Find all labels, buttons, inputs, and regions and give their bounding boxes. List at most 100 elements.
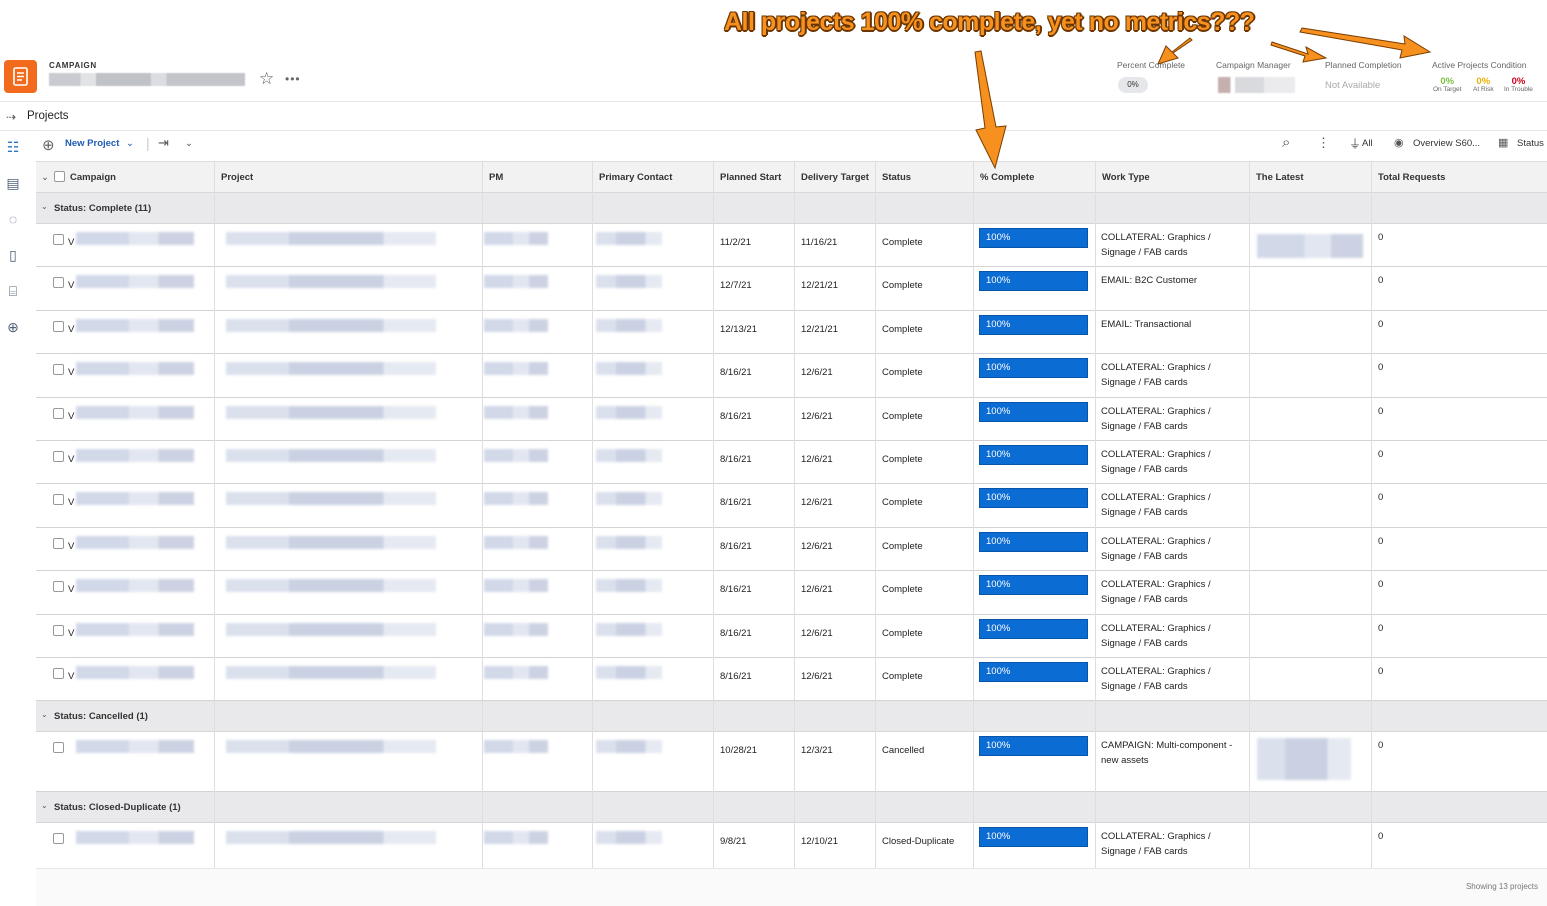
- col-header-campaign[interactable]: Campaign: [70, 172, 116, 183]
- campaign-initial[interactable]: V: [68, 452, 74, 467]
- planned-start: 8/16/21: [720, 497, 752, 509]
- breadcrumb-arrow-icon[interactable]: ⇢: [6, 110, 16, 124]
- work-type: CAMPAIGN: Multi-component - new assets: [1101, 740, 1233, 767]
- breadcrumb-projects[interactable]: Projects: [27, 110, 69, 122]
- favorite-star-icon[interactable]: ☆: [259, 70, 274, 87]
- col-header-primary-contact[interactable]: Primary Contact: [599, 172, 672, 183]
- search-icon[interactable]: ⌕: [1282, 134, 1290, 151]
- campaign-manager-redacted[interactable]: [1218, 77, 1295, 93]
- add-section-icon[interactable]: ⊕: [5, 319, 21, 335]
- table-row[interactable]: V 8/16/21 12/6/21 Complete 100% COLLATERAL: G…: [36, 484, 1547, 528]
- col-header-percent-complete[interactable]: % Complete: [980, 172, 1034, 183]
- group-collapse-chevron-icon[interactable]: ⌄: [41, 801, 48, 810]
- row-checkbox[interactable]: [53, 494, 64, 506]
- table-row[interactable]: V 8/16/21 12/6/21 Complete 100% COLLATERAL: G…: [36, 441, 1547, 485]
- col-header-planned-start[interactable]: Planned Start: [720, 172, 781, 183]
- grid-header: ⌄ Campaign Project PM Primary Contact Pl…: [36, 162, 1547, 193]
- contact-name-redacted: [596, 232, 662, 245]
- reports-icon[interactable]: ⌸: [5, 283, 21, 299]
- group-header[interactable]: ⌄ Status: Complete (11): [36, 193, 1547, 224]
- campaign-initial[interactable]: V: [68, 539, 74, 554]
- table-row[interactable]: V 8/16/21 12/6/21 Complete 100% COLLATERAL: G…: [36, 354, 1547, 398]
- total-requests: 0: [1378, 362, 1384, 374]
- campaign-initial[interactable]: V: [68, 669, 74, 684]
- col-header-delivery-target[interactable]: Delivery Target: [801, 172, 869, 183]
- documents-icon[interactable]: ▯: [5, 247, 21, 263]
- table-row[interactable]: V 12/7/21 12/21/21 Complete 100% EMAIL: B2C C…: [36, 267, 1547, 311]
- delivery-target: 12/6/21: [801, 410, 833, 422]
- row-checkbox[interactable]: [53, 364, 64, 376]
- column-divider: [1371, 162, 1372, 884]
- updates-chat-icon[interactable]: ◌: [5, 211, 21, 227]
- filter-dropdown[interactable]: All: [1362, 138, 1373, 149]
- view-dropdown[interactable]: Overview S60...: [1413, 138, 1480, 149]
- more-options-icon[interactable]: •••: [285, 72, 301, 86]
- more-actions-chevron-icon[interactable]: ⌄: [185, 138, 193, 149]
- campaign-initial[interactable]: V: [68, 495, 74, 510]
- move-icon[interactable]: ⇥: [158, 135, 169, 151]
- row-checkbox[interactable]: [53, 277, 64, 289]
- select-all-checkbox[interactable]: [54, 171, 65, 182]
- group-header[interactable]: ⌄ Status: Closed-Duplicate (1): [36, 792, 1547, 824]
- col-header-status[interactable]: Status: [882, 172, 911, 183]
- campaign-initial[interactable]: V: [68, 322, 74, 337]
- table-row[interactable]: V 8/16/21 12/6/21 Complete 100% COLLATERAL: G…: [36, 615, 1547, 658]
- col-header-total-requests[interactable]: Total Requests: [1378, 172, 1445, 183]
- details-icon[interactable]: ▤: [5, 175, 21, 191]
- total-requests: 0: [1378, 275, 1384, 287]
- table-row[interactable]: V 8/16/21 12/6/21 Complete 100% COLLATERAL: G…: [36, 398, 1547, 441]
- campaign-initial[interactable]: V: [68, 235, 74, 250]
- project-name-redacted: [226, 579, 436, 593]
- table-row[interactable]: V 8/16/21 12/6/21 Complete 100% COLLATERAL: G…: [36, 571, 1547, 615]
- campaign-initial[interactable]: V: [68, 626, 74, 641]
- table-row[interactable]: V 11/2/21 11/16/21 Complete 100% COLLATERAL: …: [36, 224, 1547, 268]
- row-checkbox[interactable]: [53, 234, 64, 245]
- project-name-redacted: [226, 275, 436, 289]
- row-checkbox[interactable]: [53, 407, 64, 419]
- projects-list-icon[interactable]: ☷: [5, 139, 21, 155]
- table-row[interactable]: V 12/13/21 12/21/21 Complete 100% EMAIL: Tran…: [36, 311, 1547, 355]
- total-requests: 0: [1378, 232, 1384, 243]
- percent-complete-bar: 100%: [979, 662, 1088, 682]
- pm-name-redacted: [484, 579, 548, 593]
- row-checkbox[interactable]: [53, 833, 64, 845]
- campaign-initial[interactable]: V: [68, 365, 74, 380]
- left-sidebar: ☷ ▤ ◌ ▯ ⌸ ⊕: [0, 130, 26, 906]
- planned-start: 8/16/21: [720, 540, 752, 552]
- row-checkbox[interactable]: [53, 624, 64, 636]
- new-project-chevron-icon[interactable]: ⌄: [126, 138, 134, 149]
- grouping-grid-icon[interactable]: ▦: [1498, 136, 1508, 149]
- view-eye-icon[interactable]: ◉: [1394, 136, 1404, 149]
- campaign-initial[interactable]: V: [68, 582, 74, 597]
- col-header-the-latest[interactable]: The Latest: [1256, 172, 1304, 183]
- delivery-target: 12/6/21: [801, 671, 833, 682]
- table-row[interactable]: 10/28/21 12/3/21 Cancelled 100% CAMPAIGN: Mu…: [36, 732, 1547, 793]
- group-header[interactable]: ⌄ Status: Cancelled (1): [36, 701, 1547, 733]
- campaign-initial[interactable]: V: [68, 278, 74, 293]
- row-checkbox[interactable]: [53, 320, 64, 332]
- grouping-tree-icon[interactable]: ⋮: [1317, 135, 1330, 151]
- planned-start: 12/7/21: [720, 280, 752, 292]
- row-checkbox[interactable]: [53, 451, 64, 462]
- table-row[interactable]: V 8/16/21 12/6/21 Complete 100% COLLATERAL: G…: [36, 658, 1547, 702]
- campaign-title-redacted: [49, 73, 245, 86]
- col-header-work-type[interactable]: Work Type: [1102, 172, 1150, 183]
- filter-icon[interactable]: ⏚: [1349, 135, 1361, 152]
- collapse-all-chevron-icon[interactable]: ⌄: [41, 172, 49, 183]
- new-project-button[interactable]: New Project: [65, 138, 119, 149]
- row-checkbox[interactable]: [53, 742, 64, 754]
- col-header-pm[interactable]: PM: [489, 172, 503, 183]
- row-checkbox[interactable]: [53, 581, 64, 593]
- contact-name-redacted: [596, 535, 662, 549]
- group-collapse-chevron-icon[interactable]: ⌄: [41, 710, 48, 719]
- new-project-plus-icon[interactable]: ⊕: [42, 136, 55, 154]
- row-checkbox[interactable]: [53, 668, 64, 679]
- group-collapse-chevron-icon[interactable]: ⌄: [41, 202, 48, 211]
- grouping-dropdown[interactable]: Status: [1517, 138, 1544, 149]
- campaign-initial[interactable]: V: [68, 409, 74, 424]
- column-divider: [1249, 162, 1250, 884]
- col-header-project[interactable]: Project: [221, 172, 253, 183]
- table-row[interactable]: V 8/16/21 12/6/21 Complete 100% COLLATERAL: G…: [36, 528, 1547, 572]
- pm-name-redacted: [484, 622, 548, 636]
- row-checkbox[interactable]: [53, 537, 64, 549]
